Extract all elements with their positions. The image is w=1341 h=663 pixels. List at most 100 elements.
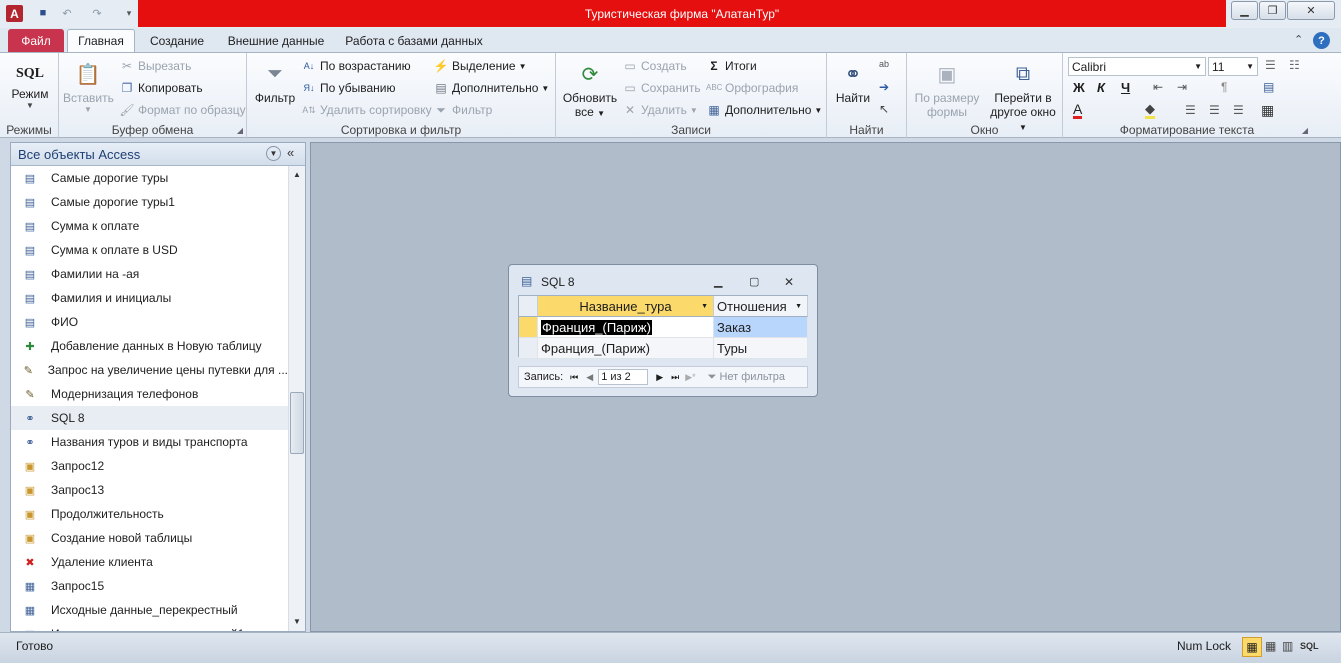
- remove-sort-button[interactable]: A⇅ Удалить сортировку: [301, 102, 431, 118]
- select-all-corner[interactable]: [519, 296, 538, 317]
- cell-relation[interactable]: Туры: [714, 338, 808, 359]
- delete-record-button[interactable]: ✕ Удалить ▼: [622, 102, 698, 118]
- nav-item[interactable]: ▤ ФИО: [11, 310, 288, 334]
- refresh-all-button[interactable]: ⟳ Обновить все ▼: [559, 57, 621, 120]
- row-selector[interactable]: [519, 317, 538, 338]
- paragraph-icon[interactable]: ¶: [1221, 80, 1227, 94]
- undo-icon[interactable]: ↶: [58, 4, 76, 22]
- spelling-button[interactable]: ABC Орфография: [706, 80, 798, 96]
- goto-icon[interactable]: ➔: [879, 80, 889, 94]
- row-selector[interactable]: [519, 338, 538, 359]
- switch-window-button[interactable]: ⧉ Перейти в другое окно ▼: [985, 57, 1061, 133]
- fit-form-button[interactable]: ▣ По размеру формы: [911, 57, 983, 120]
- bullets-icon[interactable]: ☰: [1265, 58, 1276, 72]
- nav-header[interactable]: Все объекты Access ▼ «: [11, 143, 305, 166]
- totals-button[interactable]: Σ Итоги: [706, 58, 756, 74]
- chevron-down-icon[interactable]: ▼: [701, 303, 708, 310]
- new-record-button[interactable]: ▭ Создать: [622, 58, 686, 74]
- selection-button[interactable]: ⚡ Выделение ▼: [433, 58, 527, 74]
- toggle-filter-button[interactable]: ⏷ Фильтр: [433, 102, 492, 118]
- cell-relation[interactable]: Заказ: [714, 317, 808, 338]
- indent-decrease-icon[interactable]: ⇤: [1153, 80, 1163, 94]
- scroll-thumb[interactable]: [290, 392, 304, 454]
- underline-button[interactable]: Ч: [1121, 80, 1130, 95]
- font-size-select[interactable]: 11 ▼: [1208, 57, 1258, 76]
- paste-button[interactable]: 📋 Вставить ▼: [63, 57, 114, 115]
- font-name-select[interactable]: Calibri ▼: [1068, 57, 1206, 76]
- next-record-icon[interactable]: ▶: [656, 372, 663, 383]
- collapse-pane-icon[interactable]: «: [287, 145, 294, 160]
- query-maximize-icon[interactable]: ▢: [749, 275, 759, 288]
- nav-item[interactable]: ▤ Фамилии на -ая: [11, 262, 288, 286]
- nav-item[interactable]: ⚭ Названия туров и виды транспорта: [11, 430, 288, 454]
- close-button[interactable]: ✕: [1287, 1, 1335, 20]
- tab-home[interactable]: Главная: [67, 29, 135, 52]
- nav-item[interactable]: ▤ Самые дорогие туры: [11, 166, 288, 190]
- select-icon[interactable]: ↖: [879, 102, 889, 116]
- bold-button[interactable]: Ж: [1073, 80, 1085, 95]
- nav-item[interactable]: ▦ Исходные данные_перекрестный1: [11, 622, 288, 631]
- nav-item[interactable]: ▣ Запрос13: [11, 478, 288, 502]
- scroll-down-icon[interactable]: ▼: [290, 614, 304, 629]
- advanced-filter-button[interactable]: ▤ Дополнительно ▼: [433, 80, 549, 96]
- nav-item[interactable]: ▦ Исходные данные_перекрестный: [11, 598, 288, 622]
- dialog-launcher-icon[interactable]: ◢: [1302, 126, 1308, 135]
- nav-menu-icon[interactable]: ▼: [266, 146, 281, 161]
- align-left-icon[interactable]: ☰: [1185, 103, 1196, 117]
- indent-increase-icon[interactable]: ⇥: [1177, 80, 1187, 94]
- fill-color-icon[interactable]: ◆: [1145, 102, 1155, 119]
- tab-create[interactable]: Создание: [140, 29, 214, 52]
- record-position-input[interactable]: 1 из 2: [598, 369, 649, 385]
- save-record-button[interactable]: ▭ Сохранить: [622, 80, 700, 96]
- column-header-tour-name[interactable]: Название_тура ▼: [538, 296, 714, 317]
- table-grid-icon[interactable]: ▦: [1261, 102, 1274, 119]
- align-center-icon[interactable]: ☰: [1209, 103, 1220, 117]
- nav-item[interactable]: ✎ Модернизация телефонов: [11, 382, 288, 406]
- access-logo-icon[interactable]: A: [6, 5, 23, 22]
- nav-item[interactable]: ✚ Добавление данных в Новую таблицу: [11, 334, 288, 358]
- column-header-relation[interactable]: Отношения ▼: [714, 296, 808, 317]
- new-record-icon[interactable]: ▶*: [685, 372, 695, 383]
- gridlines-icon[interactable]: ▤: [1263, 80, 1274, 94]
- nav-item[interactable]: ▤ Сумма к оплате в USD: [11, 238, 288, 262]
- sql-view-label[interactable]: SQL: [1300, 641, 1319, 651]
- query-window[interactable]: ▤ SQL 8 ▁ ▢ ✕ Название_тура ▼ Отношения …: [508, 264, 818, 397]
- nav-item[interactable]: ▣ Продолжительность: [11, 502, 288, 526]
- first-record-icon[interactable]: ⏮: [570, 372, 578, 383]
- maximize-button[interactable]: ❐: [1259, 1, 1286, 20]
- last-record-icon[interactable]: ⏭: [671, 372, 679, 383]
- sort-ascending-button[interactable]: A↓ По возрастанию: [301, 58, 411, 74]
- datasheet-view-icon[interactable]: ▦: [1242, 637, 1262, 657]
- prev-record-icon[interactable]: ◀: [586, 372, 593, 383]
- nav-item[interactable]: ⚭ SQL 8: [11, 406, 288, 430]
- more-records-button[interactable]: ▦ Дополнительно ▼: [706, 102, 822, 118]
- nav-item[interactable]: ▦ Запрос15: [11, 574, 288, 598]
- format-painter-button[interactable]: 🖌 Формат по образцу: [119, 102, 245, 118]
- collapse-ribbon-icon[interactable]: ⌃: [1294, 33, 1303, 46]
- cell-tour-name[interactable]: Франция_(Париж): [538, 317, 714, 338]
- italic-button[interactable]: К: [1097, 80, 1105, 95]
- nav-item[interactable]: ▤ Сумма к оплате: [11, 214, 288, 238]
- tab-external-data[interactable]: Внешние данные: [218, 29, 334, 52]
- find-button[interactable]: ⚭ Найти: [831, 57, 875, 106]
- tab-database-tools[interactable]: Работа с базами данных: [340, 29, 488, 52]
- copy-button[interactable]: ❐ Копировать: [119, 80, 203, 96]
- customize-toolbar-icon[interactable]: ▾: [120, 4, 138, 22]
- align-right-icon[interactable]: ☰: [1233, 103, 1244, 117]
- save-icon[interactable]: ■: [34, 4, 52, 22]
- nav-item[interactable]: ▤ Самые дорогие туры1: [11, 190, 288, 214]
- pivot-table-view-icon[interactable]: ▦: [1265, 639, 1276, 653]
- scroll-up-icon[interactable]: ▲: [290, 167, 304, 182]
- chevron-down-icon[interactable]: ▼: [795, 303, 802, 310]
- view-button[interactable]: SQL Режим ▼: [6, 63, 54, 110]
- nav-item[interactable]: ▣ Запрос12: [11, 454, 288, 478]
- dialog-launcher-icon[interactable]: ◢: [237, 126, 243, 135]
- nav-item[interactable]: ✖ Удаление клиента: [11, 550, 288, 574]
- numbering-icon[interactable]: ☷: [1289, 58, 1300, 72]
- font-color-icon[interactable]: A: [1073, 102, 1083, 119]
- cell-tour-name[interactable]: Франция_(Париж): [538, 338, 714, 359]
- sort-descending-button[interactable]: Я↓ По убыванию: [301, 80, 396, 96]
- query-minimize-icon[interactable]: ▁: [714, 275, 722, 288]
- tab-file[interactable]: Файл: [8, 29, 64, 52]
- cut-button[interactable]: ✂ Вырезать: [119, 58, 191, 74]
